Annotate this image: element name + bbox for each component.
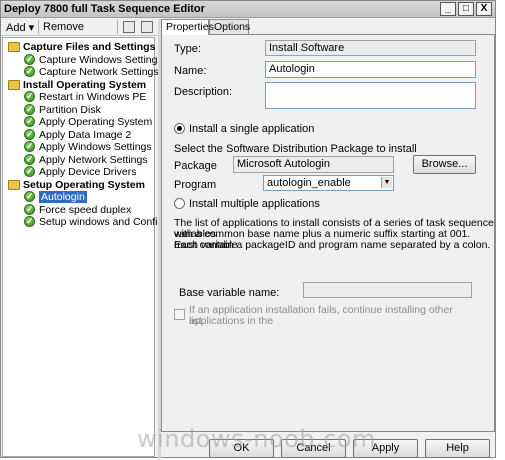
tree-item-label: Apply Windows Settings	[39, 141, 152, 153]
continue-on-failure-label: list.	[189, 315, 205, 327]
base-variable-input	[303, 282, 472, 298]
success-check-icon	[24, 203, 35, 215]
type-field: Install Software	[265, 40, 476, 56]
properties-panel: Type: Install Software Name: Autologin D…	[161, 34, 495, 432]
success-check-icon	[24, 90, 35, 102]
multiple-apps-radio[interactable]	[174, 198, 185, 209]
success-check-icon	[24, 53, 35, 65]
package-field: Microsoft Autologin	[233, 156, 394, 173]
toolbar: Add ▾ Remove	[1, 19, 159, 36]
tree-item-label: Apply Network Settings	[39, 153, 148, 166]
success-check-icon	[24, 103, 35, 115]
tab-properties[interactable]: Properties	[161, 19, 214, 35]
tree-item-label: Restart in Windows PE	[39, 91, 147, 103]
chevron-down-icon[interactable]: ▼	[381, 177, 392, 188]
tree-item-label: Autologin	[39, 191, 87, 203]
success-check-icon	[24, 65, 35, 77]
title-bar[interactable]: Deploy 7800 full Task Sequence Editor _ …	[1, 1, 495, 18]
remove-button[interactable]: Remove	[43, 21, 84, 33]
tree-item-label: Apply Device Drivers	[39, 166, 137, 178]
maximize-button[interactable]: □	[458, 2, 474, 16]
select-package-text: Select the Software Distribution Package…	[174, 143, 417, 155]
folder-icon	[8, 79, 20, 90]
type-label: Type:	[174, 43, 201, 55]
success-check-icon	[24, 165, 35, 177]
folder-icon	[8, 42, 20, 52]
tree-item-label: Capture Network Settings	[39, 66, 159, 78]
multiple-apps-label: Install multiple applications	[189, 198, 320, 210]
success-check-icon	[24, 128, 35, 140]
description-textarea[interactable]	[265, 82, 476, 109]
add-menu-button[interactable]: Add ▾	[6, 21, 34, 34]
success-check-icon	[24, 153, 35, 165]
program-select-value: autologin_enable	[267, 177, 351, 189]
help-button[interactable]: Help	[425, 439, 490, 458]
minimize-button[interactable]: _	[440, 2, 456, 16]
window-controls: _ □ X	[440, 2, 492, 16]
name-label: Name:	[174, 65, 207, 77]
toolbar-separator	[38, 20, 39, 34]
move-down-icon[interactable]	[141, 21, 153, 33]
success-check-icon	[24, 190, 35, 202]
name-input[interactable]: Autologin	[265, 61, 476, 78]
tree-item-label: Force speed duplex	[39, 203, 132, 216]
program-label: Program	[174, 179, 217, 191]
success-check-icon	[24, 115, 35, 127]
tree-item-label: Apply Operating System	[39, 116, 153, 128]
add-label: Add	[6, 22, 26, 34]
tree-item-label: Partition Disk	[39, 103, 101, 116]
folder-icon	[8, 179, 20, 190]
continue-on-failure-checkbox	[174, 309, 185, 320]
tab-options[interactable]: Options	[209, 19, 250, 34]
tree-item-label: Capture Windows Settings	[39, 53, 163, 66]
add-dropdown-arrow-icon: ▾	[28, 22, 35, 34]
browse-button[interactable]: Browse...	[413, 155, 476, 174]
single-app-label: Install a single application	[189, 123, 315, 135]
package-label: Package	[174, 160, 217, 172]
watermark-text: windows-noob.com	[137, 425, 376, 453]
description-label: Description:	[174, 86, 233, 98]
base-variable-label: Base variable name:	[179, 287, 280, 299]
multi-description-line: must contain a packageID and program nam…	[174, 239, 491, 251]
tree-group-label: Capture Files and Settings	[23, 41, 156, 53]
move-up-icon[interactable]	[123, 21, 135, 33]
close-button[interactable]: X	[476, 2, 492, 16]
success-check-icon	[24, 140, 35, 152]
tree-group-label: Setup Operating System	[23, 178, 145, 191]
program-select[interactable]: autologin_enable ▼	[263, 175, 394, 191]
toolbar-separator	[117, 20, 118, 34]
tree-item-label: Apply Data Image 2	[39, 128, 132, 141]
task-sequence-tree[interactable]: Capture Files and Settings Capture Windo…	[2, 37, 181, 457]
success-check-icon	[24, 215, 35, 227]
continue-on-failure-label: If an application installation fails, co…	[189, 304, 453, 327]
task-sequence-editor-window: Deploy 7800 full Task Sequence Editor _ …	[0, 0, 496, 459]
single-app-radio[interactable]	[174, 123, 185, 134]
window-title: Deploy 7800 full Task Sequence Editor	[4, 3, 205, 15]
tree-group-label: Install Operating System	[23, 78, 147, 91]
